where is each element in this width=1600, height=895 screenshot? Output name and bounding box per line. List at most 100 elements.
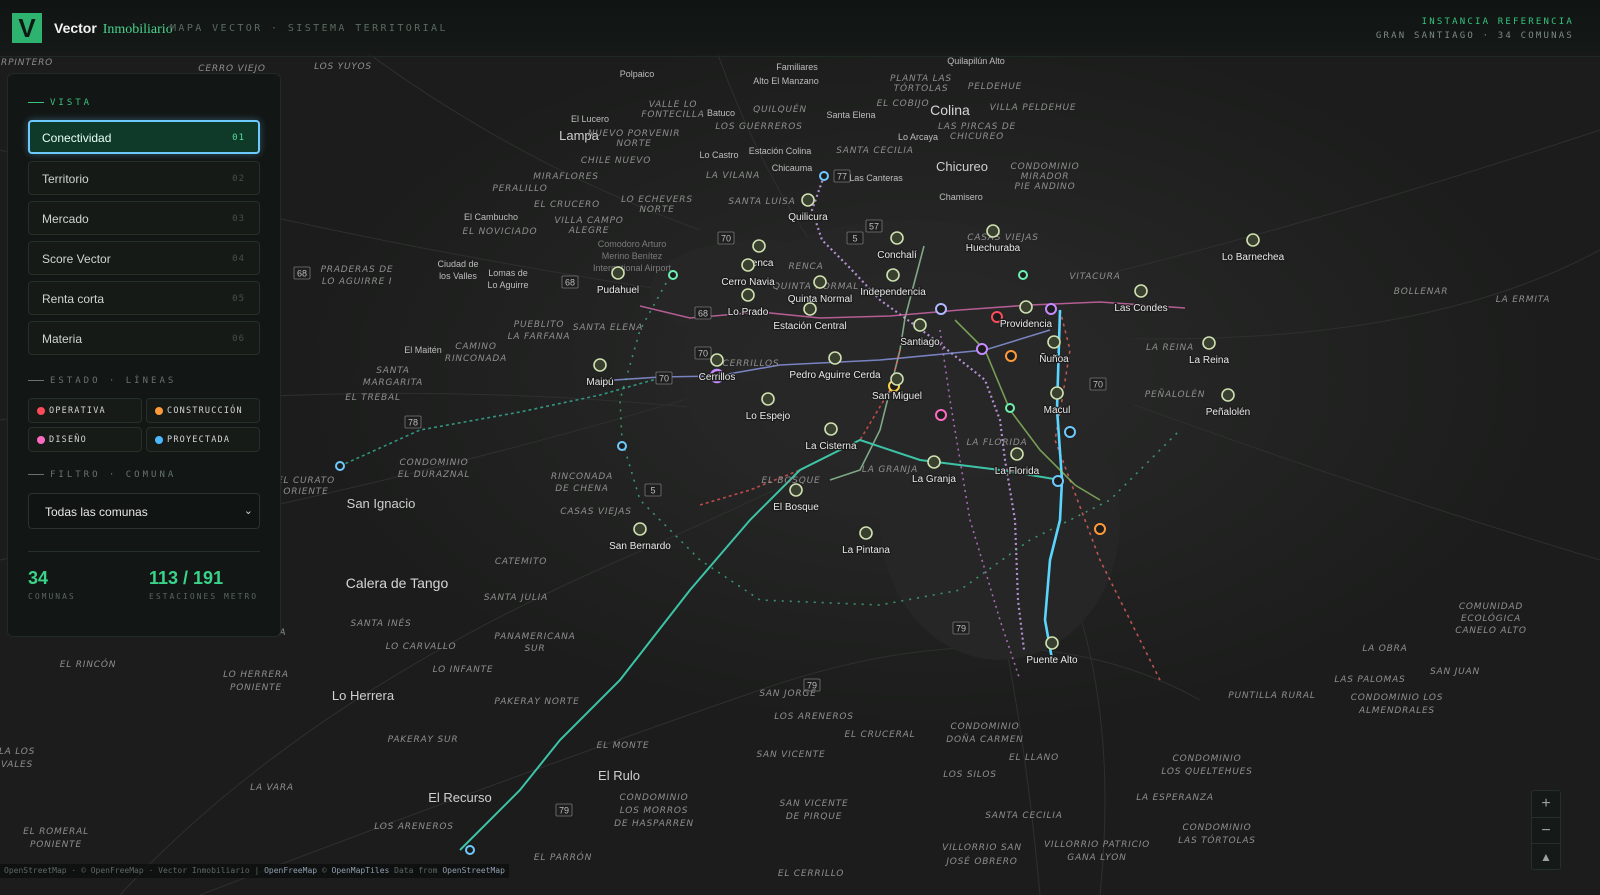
compass-icon[interactable]: ▲	[1532, 843, 1560, 870]
legend-construccion[interactable]: CONSTRUCCIÓN	[146, 398, 260, 423]
map-place-label: CHICUREO	[950, 132, 1004, 142]
map-place-label: BOLLENAR	[1394, 287, 1449, 297]
map-place-label: MARGARITA	[363, 378, 423, 388]
view-button-renta-corta[interactable]: Renta corta 05	[28, 281, 260, 315]
route-shield-label: 5	[650, 486, 655, 496]
comuna-label: El Bosque	[773, 502, 819, 513]
map-place-label: El Cambucho	[464, 212, 518, 222]
comuna-dot	[633, 522, 647, 536]
comuna-label: La Pintana	[842, 545, 890, 556]
map-place-label: Calera de Tango	[346, 575, 449, 591]
breadcrumb: MAPA VECTOR · SISTEMA TERRITORIAL	[170, 23, 448, 34]
map-place-label: LA GRANJA	[862, 465, 918, 475]
map-place-label: NORTE	[616, 139, 651, 149]
comuna-dot	[611, 266, 625, 280]
comuna-select[interactable]: Todas las comunas ⌄	[28, 493, 260, 529]
map-place-label: CONDOMINIO	[1182, 823, 1251, 833]
comuna-dot	[890, 372, 904, 386]
comuna-label: Puente Alto	[1026, 655, 1078, 666]
map-place-label: LA FLORIDA	[966, 438, 1027, 448]
comuna-dot	[741, 288, 755, 302]
view-button-materia[interactable]: Materia 06	[28, 321, 260, 355]
legend-diseno[interactable]: DISEÑO	[28, 427, 142, 452]
comuna-dot	[761, 392, 775, 406]
comuna-dot	[1047, 335, 1061, 349]
map-place-label: SANTA INÉS	[350, 617, 411, 629]
map-place-label: SAN JUAN	[1430, 667, 1480, 677]
map-place-label: NUEVO PORVENIR	[588, 129, 681, 139]
map-place-label: Chicauma	[772, 163, 813, 173]
stat-estaciones-label: ESTACIONES METRO	[149, 592, 259, 601]
route-shield: 70	[694, 346, 712, 360]
map-place-label: PONIENTE	[30, 840, 82, 850]
station-marker	[1018, 270, 1028, 280]
comuna-label: Lo Espejo	[746, 411, 791, 422]
map-place-label: CASAS VIEJAS	[967, 233, 1039, 243]
map-place-label: DE PIRQUE	[786, 812, 842, 822]
view-number: 02	[232, 174, 245, 184]
map-place-label: VILLORRIO SAN	[942, 843, 1022, 853]
map-place-label: RINCONADA	[551, 472, 613, 482]
view-button-conectividad[interactable]: Conectividad 01	[28, 120, 260, 154]
view-button-territorio[interactable]: Territorio 02	[28, 161, 260, 195]
map-place-label: EL RINCÓN	[60, 658, 117, 670]
map-place-label: PAKERAY NORTE	[494, 697, 579, 707]
map-place-label: PAKERAY SUR	[388, 735, 459, 745]
status-dot-icon	[37, 407, 45, 415]
map-place-label: CAMINO	[455, 342, 496, 352]
comuna-label: Huechuraba	[966, 243, 1021, 254]
map-place-label: LOS MORROS	[620, 806, 689, 816]
comuna-label: La Cisterna	[805, 441, 857, 452]
map-place-label: EL COBIJO	[877, 99, 930, 109]
map-place-label: El Rulo	[598, 768, 640, 783]
view-number: 04	[232, 254, 245, 264]
map-place-label: Las Canteras	[849, 173, 903, 183]
legend-label: OPERATIVA	[49, 406, 106, 416]
comuna-label: Cerro Navia	[721, 277, 775, 288]
legend-label: DISEÑO	[49, 435, 87, 445]
route-shield-label: 5	[852, 234, 857, 244]
station-marker	[976, 343, 988, 355]
zoom-in-button[interactable]: +	[1532, 791, 1560, 817]
divider	[28, 551, 260, 552]
comuna-label: Cerrillos	[699, 372, 736, 383]
comuna-label: Quilicura	[788, 212, 828, 223]
map-place-label: Familiares	[776, 62, 818, 72]
comuna-label: Independencia	[860, 287, 926, 298]
map-place-label: LO AGUIRRE I	[322, 277, 392, 287]
view-number: 01	[232, 133, 245, 143]
station-marker	[1052, 475, 1064, 487]
comuna-label: Santiago	[900, 337, 940, 348]
map-place-label: QUILQUÉN	[753, 103, 807, 115]
logo-icon: V	[12, 13, 42, 43]
map-place-label: SAN VICENTE	[757, 750, 826, 760]
map-place-label: NORTE	[639, 205, 674, 215]
status-dot-icon	[37, 436, 45, 444]
view-button-mercado[interactable]: Mercado 03	[28, 201, 260, 235]
map-place-label: ALMENDRALES	[1358, 706, 1435, 716]
map-place-label: los Valles	[439, 271, 477, 281]
legend-operativa[interactable]: OPERATIVA	[28, 398, 142, 423]
route-shield: 79	[555, 803, 573, 817]
comuna-label: Macul	[1044, 405, 1071, 416]
route-shield-label: 78	[408, 418, 418, 428]
zoom-out-button[interactable]: −	[1532, 817, 1560, 844]
map-place-label: Santa Elena	[826, 110, 875, 120]
map-place-label: VILLA PELDEHUE	[990, 103, 1077, 113]
section-filtro: FILTRO · COMUNA	[28, 470, 176, 480]
view-button-score-vector[interactable]: Score Vector 04	[28, 241, 260, 275]
comuna-dot	[1019, 300, 1033, 314]
comuna-dot	[1202, 336, 1216, 350]
map-place-label: EL BOSQUE	[761, 476, 820, 486]
map-place-label: EL PARRÓN	[534, 851, 592, 863]
map-place-label: VILLORRIO PATRICIO	[1044, 840, 1150, 850]
stat-comunas-value: 34	[28, 568, 49, 588]
legend-proyectada[interactable]: PROYECTADA	[146, 427, 260, 452]
station-marker	[1005, 350, 1017, 362]
map-place-label: Lo Herrera	[332, 688, 395, 703]
comuna-label: Quinta Normal	[788, 294, 852, 305]
map-place-label: LAS PALOMAS	[1334, 675, 1405, 685]
map-place-label: LA LOS	[0, 747, 35, 757]
map-place-label: PEÑALOLÉN	[1145, 388, 1205, 400]
map-place-label: PONIENTE	[230, 683, 282, 693]
